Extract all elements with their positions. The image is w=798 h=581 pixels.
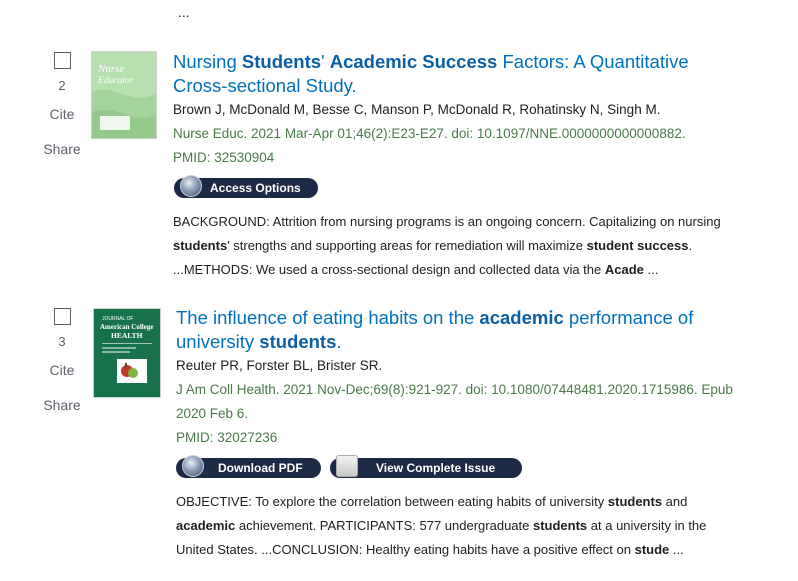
snippet-text: and <box>662 494 688 509</box>
citation: J Am Coll Health. 2021 Nov-Dec;69(8):921… <box>176 382 733 421</box>
title-highlight: academic <box>479 307 564 328</box>
result-title-link[interactable]: Nursing Students' Academic Success Facto… <box>173 50 733 98</box>
globe-icon <box>182 455 204 477</box>
abstract-snippet: OBJECTIVE: To explore the correlation be… <box>176 490 736 562</box>
share-button[interactable]: Share <box>36 397 88 413</box>
svg-text:American College: American College <box>100 323 153 331</box>
title-text: The influence of eating habits on the <box>176 307 480 328</box>
svg-text:Educator: Educator <box>97 76 134 86</box>
citation: Nurse Educ. 2021 Mar-Apr 01;46(2):E23-E2… <box>173 126 686 141</box>
title-text: Nursing <box>173 51 242 72</box>
svg-text:HEALTH: HEALTH <box>111 331 143 340</box>
title-highlight: Students <box>241 51 322 72</box>
svg-text:JOURNAL OF: JOURNAL OF <box>102 316 133 322</box>
snippet-text: OBJECTIVE: To explore the correlation be… <box>176 494 608 509</box>
cite-button[interactable]: Cite <box>36 362 88 378</box>
pmid: PMID: 32530904 <box>173 150 275 165</box>
authors: Brown J, McDonald M, Besse C, Manson P, … <box>173 102 661 117</box>
snippet-highlight: stude <box>634 542 670 557</box>
download-pdf-button[interactable]: Download PDF <box>176 455 321 478</box>
select-checkbox[interactable] <box>53 52 71 69</box>
title-text: . <box>336 331 342 352</box>
button-label: View Complete Issue <box>376 461 496 475</box>
abstract-snippet: BACKGROUND: Attrition from nursing progr… <box>173 210 733 282</box>
result-number: 3 <box>58 334 66 349</box>
snippet-text: BACKGROUND: Attrition from nursing progr… <box>173 214 721 229</box>
view-complete-issue-button[interactable]: View Complete Issue <box>330 455 522 478</box>
journal-cover-art: Nurse Educator <box>92 52 156 138</box>
snippet-ellipsis: ... <box>178 4 190 20</box>
snippet-text: ... <box>669 542 684 557</box>
button-label: Download PDF <box>218 461 303 475</box>
select-checkbox[interactable] <box>53 308 71 325</box>
journal-cover-art: JOURNAL OF American College HEALTH <box>94 309 160 397</box>
result-actions: 3 Cite Share <box>36 308 88 413</box>
pmid: PMID: 32027236 <box>176 430 278 445</box>
snippet-text: achievement. PARTICIPANTS: 577 undergrad… <box>235 518 533 533</box>
result-title-link[interactable]: The influence of eating habits on the ac… <box>176 306 716 354</box>
title-text: ' <box>321 51 330 72</box>
snippet-text: ' strengths and supporting areas for rem… <box>227 238 587 253</box>
snippet-highlight: students <box>532 518 588 533</box>
authors: Reuter PR, Forster BL, Brister SR. <box>176 358 383 373</box>
snippet-highlight: student success <box>586 238 689 253</box>
snippet-text: ... <box>643 262 659 277</box>
journal-cover-thumbnail[interactable]: JOURNAL OF American College HEALTH <box>93 308 161 398</box>
snippet-highlight: students <box>173 238 228 253</box>
result-actions: 2 Cite Share <box>36 52 88 157</box>
snippet-highlight: academic <box>176 518 236 533</box>
access-options-button[interactable]: Access Options <box>174 175 318 198</box>
title-highlight: Academic Success <box>329 51 498 72</box>
book-icon <box>336 455 358 477</box>
snippet-highlight: students <box>607 494 663 509</box>
svg-text:Nurse: Nurse <box>97 63 124 75</box>
snippet-highlight: Acade <box>604 262 644 277</box>
journal-cover-thumbnail[interactable]: Nurse Educator <box>91 51 157 139</box>
button-label: Access Options <box>210 181 301 195</box>
share-button[interactable]: Share <box>36 141 88 157</box>
globe-icon <box>180 175 202 197</box>
result-number: 2 <box>58 78 66 93</box>
title-highlight: students <box>259 331 337 352</box>
cite-button[interactable]: Cite <box>36 106 88 122</box>
